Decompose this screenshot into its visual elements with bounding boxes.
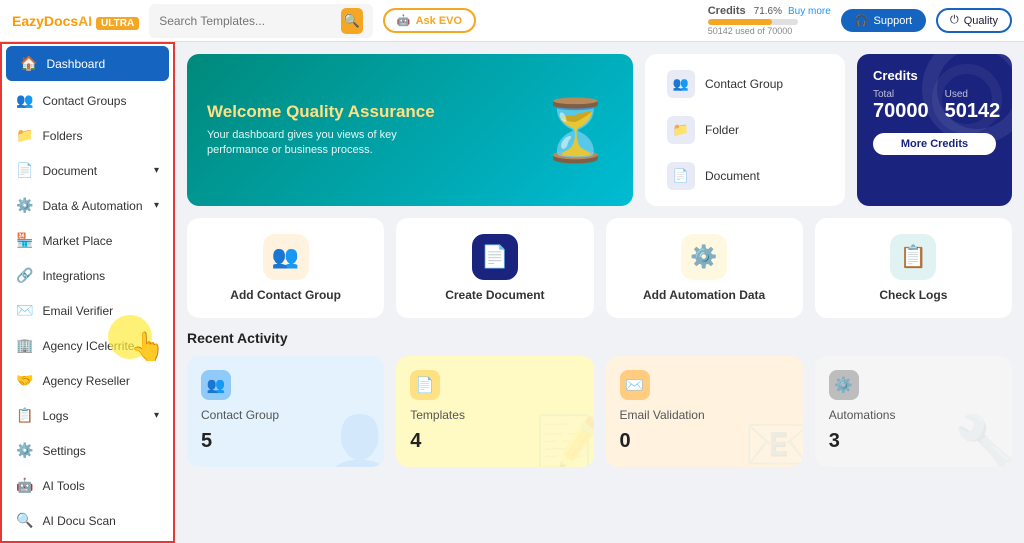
recent-activity-title: Recent Activity: [187, 330, 1012, 346]
sidebar-item-ai-tools[interactable]: 🤖 AI Tools: [2, 468, 173, 503]
recent-templates-icon: 📄: [410, 370, 440, 400]
agency-icon: 🏢: [16, 337, 33, 354]
action-card-check-logs[interactable]: 📋 Check Logs: [815, 218, 1012, 318]
recent-contact-group-icon: 👥: [201, 370, 231, 400]
recent-card-email-validation[interactable]: ✉️ Email Validation 0 📧: [606, 356, 803, 467]
sidebar-item-email-verifier[interactable]: ✉️ Email Verifier: [2, 293, 173, 328]
check-logs-icon: 📋: [890, 234, 936, 280]
chevron-down-icon: ▾: [154, 200, 159, 211]
recent-watermark-auto: 🔧: [954, 412, 1012, 467]
quick-document-icon: 📄: [667, 162, 695, 190]
sidebar-item-settings[interactable]: ⚙️ Settings: [2, 433, 173, 468]
topbar: EazyDocsAI ULTRA 🔍 🤖 Ask EVO Credits 71.…: [0, 0, 1024, 42]
layout: 🏠 Dashboard 👥 Contact Groups 📁 Folders 📄…: [0, 42, 1024, 543]
credits-card: Credits Total 70000 Used 50142 More Cred…: [857, 54, 1012, 206]
integrations-icon: 🔗: [16, 267, 33, 284]
chevron-down-icon: ▾: [154, 165, 159, 176]
ask-evo-button[interactable]: 🤖 Ask EVO: [383, 8, 476, 33]
document-icon: 📄: [16, 162, 33, 179]
recent-card-automations[interactable]: ⚙️ Automations 3 🔧: [815, 356, 1012, 467]
top-row: Welcome Quality Assurance Your dashboard…: [187, 54, 1012, 206]
sidebar-item-ai-docu-scan[interactable]: 🔍 AI Docu Scan: [2, 503, 173, 538]
sidebar-item-document[interactable]: 📄 Document ▾: [2, 153, 173, 188]
credits-progress-bar: [708, 19, 798, 25]
add-automation-icon: ⚙️: [681, 234, 727, 280]
credits-info: Credits 71.6% Buy more 50142 used of 700…: [708, 5, 831, 36]
action-card-add-contact-group[interactable]: 👥 Add Contact Group: [187, 218, 384, 318]
ai-tools-icon: 🤖: [16, 477, 33, 494]
credits-numbers: Total 70000 Used 50142: [873, 89, 996, 123]
logo-ultra: ULTRA: [96, 17, 139, 30]
quick-item-document[interactable]: 📄 Document: [661, 158, 829, 194]
sidebar-item-contact-groups[interactable]: 👥 Contact Groups: [2, 83, 173, 118]
recent-card-templates[interactable]: 📄 Templates 4 📝: [396, 356, 593, 467]
quick-contact-group-icon: 👥: [667, 70, 695, 98]
quick-item-contact-group[interactable]: 👥 Contact Group: [661, 66, 829, 102]
recent-card-contact-group[interactable]: 👥 Contact Group 5 👤: [187, 356, 384, 467]
sidebar-item-market-place[interactable]: 🏪 Market Place: [2, 223, 173, 258]
sidebar-item-agency-icelerrite[interactable]: 🏢 Agency ICelerrite: [2, 328, 173, 363]
power-icon: ⏻: [950, 14, 959, 27]
credits-used: Used 50142: [945, 89, 1001, 123]
automation-icon: ⚙️: [16, 197, 33, 214]
more-credits-button[interactable]: More Credits: [873, 133, 996, 155]
logo-brand: EazyDocs: [12, 13, 78, 29]
sidebar-item-ai-web-chat[interactable]: 💬 AI Web Chat: [2, 538, 173, 543]
search-input[interactable]: [159, 14, 334, 28]
quick-folder-icon: 📁: [667, 116, 695, 144]
support-icon: 🎧: [855, 14, 869, 27]
home-icon: 🏠: [20, 55, 37, 72]
support-button[interactable]: 🎧 Support: [841, 9, 926, 32]
recent-watermark-contact: 👤: [326, 412, 384, 467]
recent-email-validation-icon: ✉️: [620, 370, 650, 400]
logs-icon: 📋: [16, 407, 33, 424]
sidebar-item-folders[interactable]: 📁 Folders: [2, 118, 173, 153]
sidebar-item-logs[interactable]: 📋 Logs ▾: [2, 398, 173, 433]
welcome-text: Welcome Quality Assurance Your dashboard…: [207, 102, 435, 159]
add-contact-group-icon: 👥: [263, 234, 309, 280]
sidebar-item-dashboard[interactable]: 🏠 Dashboard: [6, 46, 169, 81]
welcome-illustration: ⏳: [538, 95, 613, 166]
marketplace-icon: 🏪: [16, 232, 33, 249]
docu-scan-icon: 🔍: [16, 512, 33, 529]
sidebar-item-agency-reseller[interactable]: 🤝 Agency Reseller: [2, 363, 173, 398]
action-card-add-automation-data[interactable]: ⚙️ Add Automation Data: [606, 218, 803, 318]
sidebar-item-data-automation[interactable]: ⚙️ Data & Automation ▾: [2, 188, 173, 223]
logo: EazyDocsAI ULTRA: [12, 13, 139, 29]
action-cards-row: 👥 Add Contact Group 📄 Create Document ⚙️…: [187, 218, 1012, 318]
search-button[interactable]: 🔍: [341, 8, 363, 34]
welcome-banner: Welcome Quality Assurance Your dashboard…: [187, 54, 633, 206]
quick-access-panel: 👥 Contact Group 📁 Folder 📄 Document: [645, 54, 845, 206]
quick-item-folder[interactable]: 📁 Folder: [661, 112, 829, 148]
recent-watermark-templates: 📝: [535, 412, 593, 467]
recent-watermark-email: 📧: [744, 412, 802, 467]
sidebar-item-integrations[interactable]: 🔗 Integrations: [2, 258, 173, 293]
welcome-heading: Welcome Quality Assurance: [207, 102, 435, 122]
recent-automations-icon: ⚙️: [829, 370, 859, 400]
create-document-icon: 📄: [472, 234, 518, 280]
ask-evo-icon: 🤖: [397, 14, 411, 27]
folders-icon: 📁: [16, 127, 33, 144]
sidebar: 🏠 Dashboard 👥 Contact Groups 📁 Folders 📄…: [0, 42, 175, 543]
contacts-icon: 👥: [16, 92, 33, 109]
recent-activity-section: Recent Activity 👥 Contact Group 5 👤 📄 Te…: [187, 330, 1012, 467]
settings-icon: ⚙️: [16, 442, 33, 459]
credits-progress-fill: [708, 19, 772, 25]
logo-ai: AI: [78, 13, 92, 29]
credits-title: Credits: [873, 68, 996, 83]
recent-cards-row: 👥 Contact Group 5 👤 📄 Templates 4 📝 ✉️ E…: [187, 356, 1012, 467]
credits-area: Credits 71.6% Buy more 50142 used of 700…: [700, 5, 831, 36]
main-content: Welcome Quality Assurance Your dashboard…: [175, 42, 1024, 543]
quality-button[interactable]: ⏻ Quality: [936, 8, 1012, 33]
action-card-create-document[interactable]: 📄 Create Document: [396, 218, 593, 318]
search-bar: 🔍: [149, 4, 373, 38]
credits-total: Total 70000: [873, 89, 929, 123]
reseller-icon: 🤝: [16, 372, 33, 389]
chevron-down-icon: ▾: [154, 410, 159, 421]
email-verifier-icon: ✉️: [16, 302, 33, 319]
